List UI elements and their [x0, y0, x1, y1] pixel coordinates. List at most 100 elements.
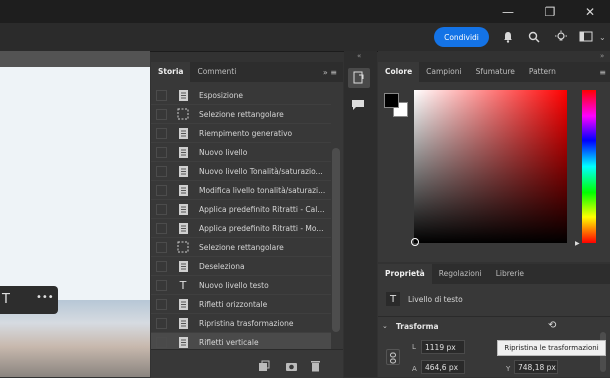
history-item[interactable]: Applica predefinito Ritratti - Cal...	[151, 200, 331, 219]
collapse-arrows-icon[interactable]: «	[357, 52, 361, 60]
history-snapshot-checkbox[interactable]	[156, 89, 167, 101]
bell-icon[interactable]	[498, 27, 518, 47]
history-scrollbar[interactable]	[332, 148, 340, 332]
new-document-from-state-icon[interactable]	[258, 357, 270, 376]
panel-expand-icon[interactable]: » ≡	[323, 68, 337, 77]
history-snapshot-checkbox[interactable]	[156, 279, 167, 291]
reset-transform-icon[interactable]: ⟲	[548, 320, 556, 331]
history-item-label: Modifica livello tonalità/saturazi...	[199, 185, 326, 195]
history-item-label: Nuovo livello Tonalità/saturazio...	[199, 166, 323, 176]
comments-panel-icon[interactable]	[351, 96, 365, 115]
history-item[interactable]: Selezione rettangolare	[151, 238, 331, 257]
history-state-icon	[177, 126, 189, 140]
canvas-ruler-area	[0, 51, 150, 67]
history-footer	[151, 349, 343, 378]
screen-mode-icon[interactable]	[576, 27, 596, 47]
history-snapshot-checkbox[interactable]	[156, 165, 167, 177]
tab-sfumature[interactable]: Sfumature	[469, 62, 522, 82]
history-item[interactable]: Modifica livello tonalità/saturazi...	[151, 181, 331, 200]
history-item-label: Rifletti verticale	[199, 337, 259, 347]
history-state-icon	[177, 259, 189, 273]
history-snapshot-checkbox[interactable]	[156, 146, 167, 158]
history-item-label: Applica predefinito Ritratti - Mo...	[199, 223, 324, 233]
height-field[interactable]: 464,6 px	[421, 360, 465, 374]
history-state-icon	[177, 316, 189, 330]
tab-colore[interactable]: Colore	[378, 62, 420, 82]
transform-section-title: Trasforma	[396, 322, 439, 331]
tab-librerie[interactable]: Librerie	[489, 264, 531, 284]
y-label: Y	[506, 365, 511, 373]
history-panel: Storia Commenti » ≡ Esposizione Selezione…	[151, 62, 343, 378]
history-item[interactable]: Rifletti orizzontale	[151, 295, 331, 314]
history-snapshot-checkbox[interactable]	[156, 241, 167, 253]
tab-proprieta[interactable]: Proprietà	[378, 264, 432, 284]
history-snapshot-checkbox[interactable]	[156, 260, 167, 272]
options-bar	[0, 23, 610, 52]
y-position-field[interactable]: 748,18 px	[514, 360, 558, 374]
history-snapshot-checkbox[interactable]	[156, 222, 167, 234]
history-snapshot-checkbox[interactable]	[156, 203, 167, 215]
foreground-color-swatch[interactable]	[384, 93, 399, 108]
divider	[378, 316, 610, 317]
tab-pattern[interactable]: Pattern	[522, 62, 563, 82]
history-item[interactable]: Ripristina trasformazione	[151, 314, 331, 333]
close-button[interactable]: ✕	[570, 0, 610, 23]
tab-regolazioni[interactable]: Regolazioni	[432, 264, 489, 284]
history-item-label: Deseleziona	[199, 261, 245, 271]
marquee-icon	[177, 240, 189, 254]
tab-commenti[interactable]: Commenti	[190, 62, 243, 82]
more-options-button[interactable]: •••	[36, 292, 54, 303]
history-item-label: Selezione rettangolare	[199, 242, 284, 252]
search-icon[interactable]	[524, 27, 544, 47]
history-snapshot-checkbox[interactable]	[156, 127, 167, 139]
history-item[interactable]: Deseleziona	[151, 257, 331, 276]
text-layer-icon: T	[386, 292, 400, 306]
history-state-icon	[177, 164, 189, 178]
share-button[interactable]: Condividi	[434, 27, 489, 47]
history-item[interactable]: Nuovo livello	[151, 143, 331, 162]
history-item-label: Esposizione	[199, 90, 243, 100]
lightbulb-icon[interactable]	[551, 27, 571, 47]
tab-campioni[interactable]: Campioni	[419, 62, 468, 82]
trash-icon[interactable]	[310, 357, 321, 376]
history-snapshot-checkbox[interactable]	[156, 108, 167, 120]
panel-menu-icon[interactable]: ≡	[599, 68, 606, 77]
history-snapshot-checkbox[interactable]	[156, 298, 167, 310]
history-item[interactable]: Riempimento generativo	[151, 124, 331, 143]
reset-transform-tooltip: Ripristina le trasformazioni	[497, 340, 606, 356]
history-item-label: Applica predefinito Ritratti - Cal...	[199, 204, 325, 214]
history-snapshot-checkbox[interactable]	[156, 184, 167, 196]
history-panel-icon[interactable]	[348, 68, 370, 88]
width-field[interactable]: 1119 px	[421, 340, 465, 354]
history-item-label: Ripristina trasformazione	[199, 318, 294, 328]
history-item-label: Selezione rettangolare	[199, 109, 284, 119]
minimize-button[interactable]: —	[488, 0, 528, 23]
history-item[interactable]: Esposizione	[151, 86, 331, 105]
hue-slider-handle[interactable]: ▶	[575, 240, 580, 247]
expand-arrows-icon[interactable]: »	[600, 52, 604, 60]
history-snapshot-checkbox[interactable]	[156, 336, 167, 348]
history-item[interactable]: Selezione rettangolare	[151, 105, 331, 124]
history-state-icon	[177, 183, 189, 197]
history-state-icon	[177, 335, 189, 349]
history-item-label: Rifletti orizzontale	[199, 299, 268, 309]
history-item[interactable]: Applica predefinito Ritratti - Mo...	[151, 219, 331, 238]
section-collapse-icon[interactable]: ⌄	[382, 322, 388, 330]
chevron-down-icon[interactable]: ⌄	[599, 33, 606, 42]
history-item-label: Nuovo livello	[199, 147, 248, 157]
history-state-icon	[177, 145, 189, 159]
history-item[interactable]: T Nuovo livello testo	[151, 276, 331, 295]
camera-snapshot-icon[interactable]	[285, 357, 298, 376]
tab-storia[interactable]: Storia	[151, 62, 191, 82]
history-item-label: Riempimento generativo	[199, 128, 293, 138]
color-picker-cursor[interactable]	[411, 238, 419, 246]
restore-button[interactable]: ❐	[530, 0, 570, 23]
color-picker-field[interactable]	[414, 90, 567, 243]
history-item[interactable]: Nuovo livello Tonalità/saturazio...	[151, 162, 331, 181]
history-snapshot-checkbox[interactable]	[156, 317, 167, 329]
hue-slider[interactable]	[582, 90, 596, 243]
collapsed-panel-strip: «	[344, 51, 377, 377]
text-tool-icon[interactable]: T	[2, 292, 18, 308]
link-icon[interactable]	[386, 349, 400, 365]
layer-type-label: Livello di testo	[408, 295, 463, 304]
